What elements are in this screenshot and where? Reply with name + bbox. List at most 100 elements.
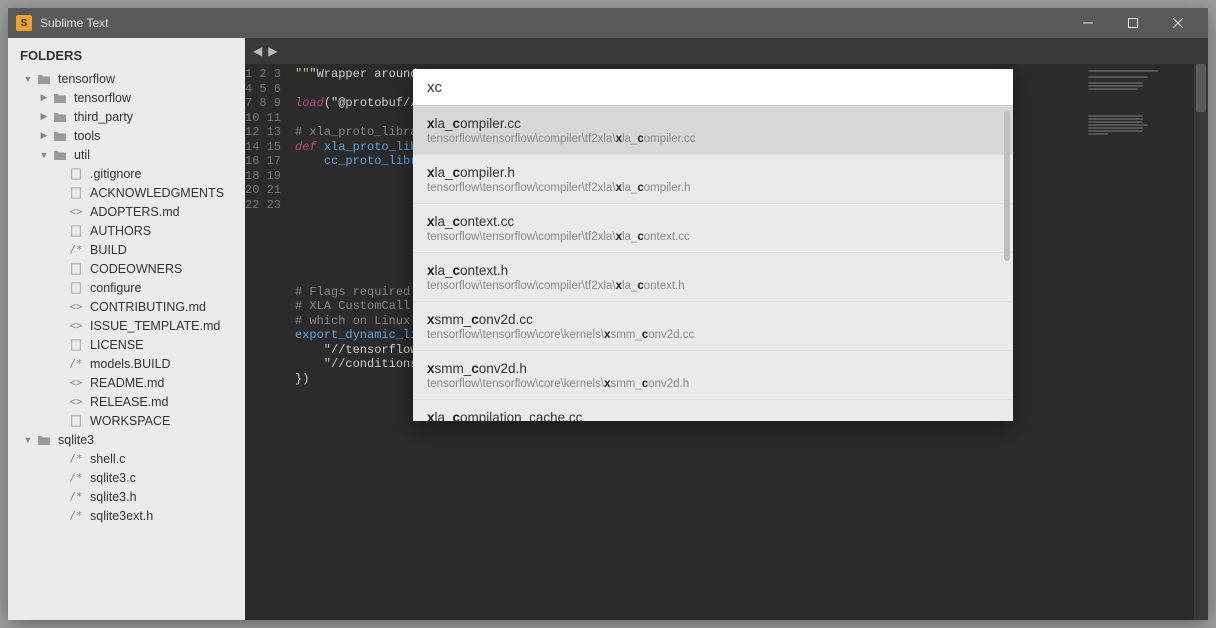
code-icon: /*	[68, 452, 84, 466]
goto-result-title: xsmm_conv2d.cc	[427, 312, 999, 327]
tree-item-label: sqlite3ext.h	[90, 509, 153, 523]
tree-item-label: shell.c	[90, 452, 125, 466]
tree-item[interactable]: /* models.BUILD	[8, 354, 245, 373]
tree-item[interactable]: CODEOWNERS	[8, 259, 245, 278]
goto-result-title: xla_compiler.cc	[427, 116, 999, 131]
tree-item-label: configure	[90, 281, 141, 295]
goto-scrollbar[interactable]	[1004, 111, 1010, 261]
tree-item[interactable]: /* shell.c	[8, 449, 245, 468]
goto-result[interactable]: xla_compilation_cache.cc	[413, 399, 1013, 421]
tree-item[interactable]: /*sqlite3ext.h	[8, 506, 245, 525]
tree-item[interactable]: ▶ tools	[8, 126, 245, 145]
goto-result[interactable]: xla_context.h tensorflow\tensorflow\compi…	[413, 252, 1013, 301]
md-icon: <>	[68, 395, 84, 409]
sidebar-header: FOLDERS	[8, 38, 245, 69]
disclosure-arrow-icon[interactable]: ▶	[38, 130, 50, 141]
goto-result-title: xla_compiler.h	[427, 165, 999, 180]
sidebar[interactable]: FOLDERS ▼ tensorflow ▶tensorflow▶third_par…	[8, 38, 245, 620]
goto-result-title: xla_context.cc	[427, 214, 999, 229]
folder-open-icon	[36, 433, 52, 447]
nav-fwd-icon[interactable]: ▶	[266, 44, 279, 58]
tree-item[interactable]: ▼ sqlite3	[8, 430, 245, 449]
code-icon: /*	[68, 471, 84, 485]
tree-item[interactable]: AUTHORS	[8, 221, 245, 240]
tree-item[interactable]: ▶tensorflow	[8, 88, 245, 107]
folder-open-icon	[36, 72, 52, 86]
goto-result-path: tensorflow\tensorflow\core\kernels\xsmm_…	[427, 378, 999, 390]
disclosure-arrow-icon[interactable]: ▼	[22, 74, 34, 84]
minimize-button[interactable]	[1065, 8, 1110, 38]
code-icon: /*	[68, 490, 84, 504]
tree-item-label: AUTHORS	[90, 224, 151, 238]
scrollbar-thumb[interactable]	[1196, 64, 1206, 112]
tab-bar[interactable]: ◀ ▶	[245, 38, 1208, 64]
file-icon	[68, 186, 84, 200]
tree-item[interactable]: <>ISSUE_TEMPLATE.md	[8, 316, 245, 335]
app-title: Sublime Text	[40, 16, 108, 30]
disclosure-arrow-icon[interactable]: ▶	[38, 111, 50, 122]
tree-item-label: sqlite3.h	[90, 490, 137, 504]
goto-result[interactable]: xsmm_conv2d.cc tensorflow\tensorflow\core…	[413, 301, 1013, 350]
goto-result-path: tensorflow\tensorflow\core\kernels\xsmm_…	[427, 329, 999, 341]
tree-item[interactable]: ▼util	[8, 145, 245, 164]
maximize-button[interactable]	[1110, 8, 1155, 38]
tree-item-label: sqlite3	[58, 433, 94, 447]
tree-item[interactable]: ACKNOWLEDGMENTS	[8, 183, 245, 202]
tree-item[interactable]: configure	[8, 278, 245, 297]
tree-item-label: models.BUILD	[90, 357, 171, 371]
minimap[interactable]	[1078, 64, 1208, 620]
nav-back-icon[interactable]: ◀	[251, 44, 264, 58]
tree-item[interactable]: <>RELEASE.md	[8, 392, 245, 411]
tree-item[interactable]: /* sqlite3.h	[8, 487, 245, 506]
tree-item-label: ACKNOWLEDGMENTS	[90, 186, 224, 200]
goto-result[interactable]: xla_compiler.htensorflow\tensorflow\comp…	[413, 154, 1013, 203]
tree-item[interactable]: .gitignore	[8, 164, 245, 183]
tree-item-label: tensorflow	[58, 72, 115, 86]
tree-item-label: LICENSE	[90, 338, 144, 352]
tree-item-label: ADOPTERS.md	[90, 205, 180, 219]
editor-scrollbar[interactable]	[1194, 64, 1208, 620]
code-editor[interactable]: 1 2 3 4 5 6 7 8 9 10 11 12 13 14 15 16 1…	[245, 64, 1208, 620]
tree-item-label: CONTRIBUTING.md	[90, 300, 206, 314]
tree-item-label: .gitignore	[90, 167, 141, 181]
disclosure-arrow-icon[interactable]: ▼	[22, 435, 34, 445]
code-icon: /*	[68, 357, 84, 371]
file-icon	[68, 224, 84, 238]
goto-input[interactable]	[413, 69, 1013, 105]
disclosure-arrow-icon[interactable]: ▼	[38, 150, 50, 160]
goto-result-path: tensorflow\tensorflow\compiler\tf2xla\xl…	[427, 133, 999, 145]
line-gutter: 1 2 3 4 5 6 7 8 9 10 11 12 13 14 15 16 1…	[245, 64, 289, 620]
goto-results[interactable]: xla_compiler.cc tensorflow\tensorflow\com…	[413, 105, 1013, 421]
tree-item[interactable]: <>ADOPTERS.md	[8, 202, 245, 221]
tree-item[interactable]: ▼ tensorflow	[8, 69, 245, 88]
tree-item[interactable]: /* BUILD	[8, 240, 245, 259]
code-icon: /*	[68, 243, 84, 257]
close-button[interactable]	[1155, 8, 1200, 38]
goto-result-title: xsmm_conv2d.h	[427, 361, 999, 376]
folder-icon	[52, 91, 68, 105]
goto-result-title: xla_context.h	[427, 263, 999, 278]
goto-result-path: tensorflow\tensorflow\compiler\tf2xla\xl…	[427, 280, 999, 292]
tree-item-label: CODEOWNERS	[90, 262, 182, 276]
tree-item[interactable]: <> CONTRIBUTING.md	[8, 297, 245, 316]
tree-item[interactable]: <>README.md	[8, 373, 245, 392]
goto-result-path: tensorflow\tensorflow\compiler\tf2xla\xl…	[427, 231, 999, 243]
tree-item-label: sqlite3.c	[90, 471, 136, 485]
titlebar[interactable]: S Sublime Text	[8, 8, 1208, 38]
file-icon	[68, 281, 84, 295]
goto-result-title: xla_compilation_cache.cc	[427, 410, 999, 421]
file-icon	[68, 262, 84, 276]
disclosure-arrow-icon[interactable]: ▶	[38, 92, 50, 103]
goto-result[interactable]: xla_compiler.cc tensorflow\tensorflow\com…	[413, 105, 1013, 154]
goto-result[interactable]: xla_context.cc tensorflow\tensorflow\comp…	[413, 203, 1013, 252]
tree-item-label: tools	[74, 129, 100, 143]
tree-item[interactable]: LICENSE	[8, 335, 245, 354]
tree-item-label: BUILD	[90, 243, 127, 257]
goto-result[interactable]: xsmm_conv2d.h tensorflow\tensorflow\core\…	[413, 350, 1013, 399]
md-icon: <>	[68, 300, 84, 314]
app-icon: S	[16, 15, 32, 31]
tree-item[interactable]: /* sqlite3.c	[8, 468, 245, 487]
tree-item[interactable]: WORKSPACE	[8, 411, 245, 430]
tree-item[interactable]: ▶third_party	[8, 107, 245, 126]
file-icon	[68, 338, 84, 352]
